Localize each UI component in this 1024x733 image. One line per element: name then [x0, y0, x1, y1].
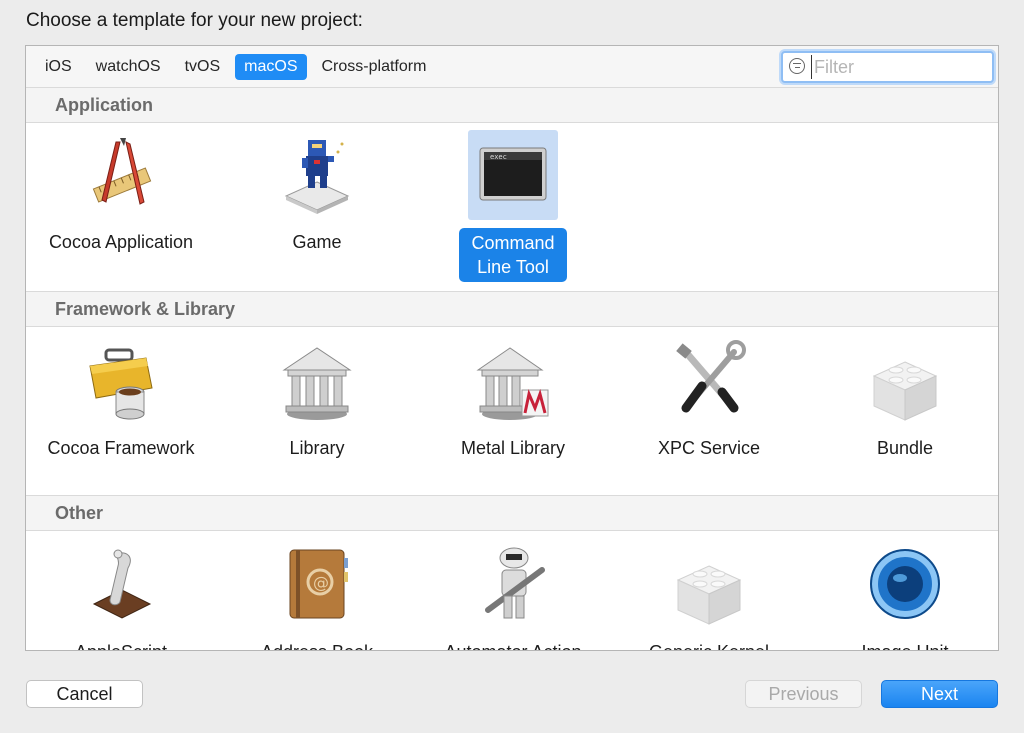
svg-text:@: @ — [313, 573, 329, 592]
tab-macos[interactable]: macOS — [235, 54, 307, 80]
template-cocoa-application[interactable]: Cocoa Application — [26, 130, 216, 256]
template-cocoa-framework[interactable]: Cocoa Framework — [26, 336, 216, 462]
svg-text:exec: exec — [490, 153, 507, 161]
template-generic-kernel[interactable]: Generic Kernel — [614, 540, 804, 650]
template-label: Metal Library — [460, 438, 566, 458]
section-title: Framework & Library — [55, 299, 236, 319]
cancel-button[interactable]: Cancel — [26, 680, 143, 708]
section-header-framework-library: Framework & Library — [26, 291, 998, 327]
section-header-application: Application — [26, 87, 998, 123]
template-bundle[interactable]: Bundle — [810, 336, 998, 462]
filter-input[interactable] — [811, 55, 991, 79]
lego-brick-icon — [860, 336, 950, 426]
filter-icon — [789, 58, 805, 74]
template-automator-action[interactable]: Automator Action — [418, 540, 608, 650]
dialog-heading: Choose a template for your new project: — [26, 10, 363, 31]
template-label: Bundle — [876, 438, 934, 458]
platform-toolbar: iOS watchOS tvOS macOS Cross-platform — [26, 46, 998, 88]
platform-tabs: iOS watchOS tvOS macOS Cross-platform — [36, 54, 435, 80]
template-label: Game — [292, 232, 342, 252]
template-label: Address Book — [251, 638, 383, 650]
filter-field[interactable] — [781, 51, 994, 83]
game-icon — [272, 130, 362, 220]
template-image-unit[interactable]: Image Unit — [810, 540, 998, 650]
tab-watchos[interactable]: watchOS — [87, 54, 170, 80]
toolbox-icon — [76, 336, 166, 426]
next-button[interactable]: Next — [881, 680, 998, 708]
section-title: Other — [55, 503, 104, 523]
template-label: XPC Service — [657, 438, 761, 458]
tab-tvos[interactable]: tvOS — [176, 54, 230, 80]
aperture-icon — [860, 540, 950, 630]
template-label: Automator Action — [434, 638, 591, 650]
template-library[interactable]: Library — [222, 336, 412, 462]
template-applescript[interactable]: AppleScript — [26, 540, 216, 650]
template-label: Library — [289, 438, 345, 458]
template-label: Generic Kernel — [639, 638, 779, 650]
template-xpc-service[interactable]: XPC Service — [614, 336, 804, 462]
script-scroll-icon — [76, 540, 166, 630]
lego-brick-icon — [664, 540, 754, 630]
template-metal-library[interactable]: Metal Library — [418, 336, 608, 462]
section-title: Application — [55, 95, 153, 115]
terminal-icon: exec — [468, 130, 558, 220]
template-panel: iOS watchOS tvOS macOS Cross-platform Ap… — [25, 45, 999, 651]
template-label: Image Unit — [851, 638, 958, 650]
cocoa-app-icon — [76, 130, 166, 220]
library-building-icon — [272, 336, 362, 426]
tools-icon — [664, 336, 754, 426]
template-label: Command Line Tool — [459, 228, 567, 282]
tab-ios[interactable]: iOS — [36, 54, 81, 80]
template-label: Cocoa Application — [48, 232, 194, 252]
address-book-icon: @ — [272, 540, 362, 630]
section-header-other: Other — [26, 495, 998, 531]
template-address-book[interactable]: @ Address Book — [222, 540, 412, 650]
previous-button[interactable]: Previous — [745, 680, 862, 708]
template-label: AppleScript — [65, 638, 177, 650]
template-label: Cocoa Framework — [47, 438, 195, 458]
template-command-line-tool[interactable]: exec Command Line Tool — [418, 130, 608, 282]
template-game[interactable]: Game — [222, 130, 412, 256]
automator-robot-icon — [468, 540, 558, 630]
tab-cross-platform[interactable]: Cross-platform — [313, 54, 436, 80]
metal-library-icon — [468, 336, 558, 426]
